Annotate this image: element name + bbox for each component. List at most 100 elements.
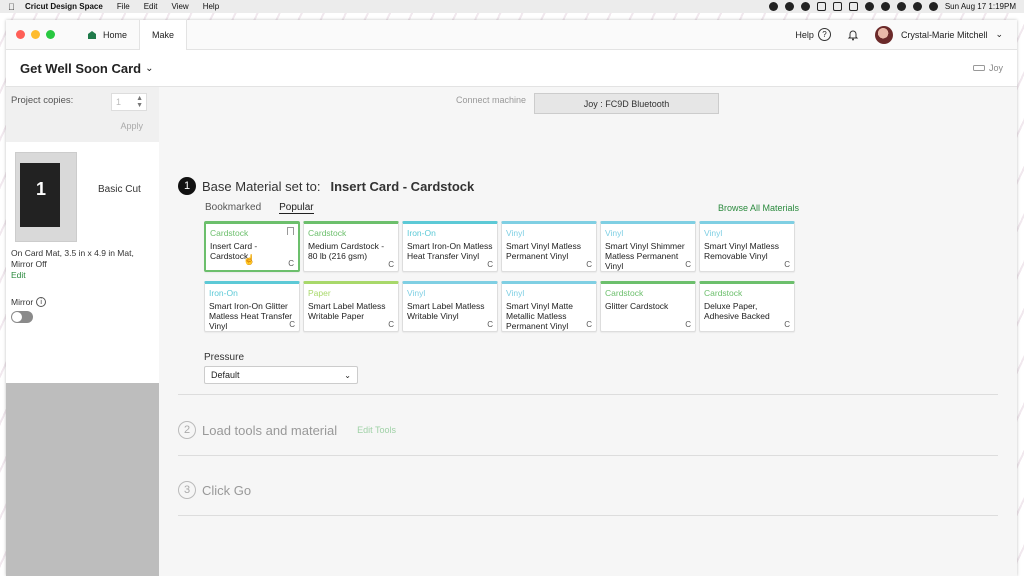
material-category: Iron-On [209,288,238,298]
system-menubar:  Cricut Design Space File Edit View Hel… [0,0,1024,13]
user-name[interactable]: Crystal-Marie Mitchell [901,30,988,40]
status-tray: Sun Aug 17 1:19PM [768,2,1016,11]
material-card[interactable]: Paper Smart Label Matless Writable Paper C [303,281,399,332]
play-icon[interactable] [832,2,842,11]
material-name: Smart Vinyl Matless Permanent Vinyl [506,241,581,261]
cricut-logo-icon: C [388,260,394,269]
material-card[interactable]: Vinyl Smart Vinyl Shimmer Matless Permane… [600,221,696,272]
pressure-value: Default [211,370,240,380]
close-window-icon[interactable] [16,30,25,39]
machine-select-button[interactable]: Joy : FC9D Bluetooth [534,93,719,114]
material-category: Vinyl [407,288,426,298]
step-3-badge: 3 [178,481,196,499]
volume-icon[interactable] [864,2,874,11]
pressure-select[interactable]: Default ⌄ [204,366,358,384]
material-category: Vinyl [704,228,723,238]
title-bar: Home Make Help ? Crystal-Marie Mitchell … [6,20,1017,50]
machine-button-label: Joy : FC9D Bluetooth [583,98,670,109]
grammarly-icon[interactable] [784,2,794,11]
mirror-row: Mirror i [11,297,47,307]
material-name: Medium Cardstock - 80 lb (216 gsm) [308,241,385,261]
mat-info-text: On Card Mat, 3.5 in x 4.9 in Mat, Mirror… [11,248,134,269]
material-tabs: Bookmarked Popular [205,202,314,214]
apple-menu-icon[interactable]:  [8,2,19,12]
step-base-material: 1 Base Material set to: Insert Card - Ca… [178,177,474,195]
bell-icon[interactable] [847,29,859,41]
material-card[interactable]: Iron-On Smart Iron-On Glitter Matless Hea… [204,281,300,332]
control-center-icon[interactable] [928,2,938,11]
material-name: Smart Label Matless Writable Paper [308,301,386,321]
material-card[interactable]: Iron-On Smart Iron-On Matless Heat Transf… [402,221,498,272]
pointer-cursor-icon: ☝ [243,255,256,266]
battery-icon[interactable] [880,2,890,11]
record-icon[interactable] [768,2,778,11]
chevron-down-icon: ⌄ [344,370,351,380]
material-category: Cardstock [210,228,249,238]
menu-edit[interactable]: Edit [144,2,158,11]
tab-home[interactable]: Home [75,20,139,50]
app-menu[interactable]: Cricut Design Space [25,2,103,11]
material-category: Vinyl [506,228,525,238]
machine-indicator[interactable]: Joy [972,63,1003,73]
project-chevron-down-icon[interactable]: ⌄ [145,63,153,74]
project-title[interactable]: Get Well Soon Card [20,61,141,76]
search-icon[interactable] [912,2,922,11]
mat-info: On Card Mat, 3.5 in x 4.9 in Mat, Mirror… [11,248,151,281]
tab-home-label: Home [103,29,128,40]
material-category: Cardstock [605,288,644,298]
tab-popular[interactable]: Popular [279,202,314,214]
cricut-logo-icon: C [288,259,294,268]
info-icon[interactable]: i [36,297,47,307]
material-card[interactable]: Cardstock Deluxe Paper, Adhesive Backed C [699,281,795,332]
edit-tools-link[interactable]: Edit Tools [357,425,396,435]
stepper-arrows-icon[interactable]: ▲ ▼ [136,95,143,109]
mat-operation-label: Basic Cut [98,184,141,195]
wifi-icon[interactable] [896,2,906,11]
minimize-window-icon[interactable] [31,30,40,39]
window-controls [16,30,55,39]
material-category: Vinyl [506,288,525,298]
mat-edit-link[interactable]: Edit [11,270,26,280]
mirror-toggle[interactable] [11,311,33,323]
browse-all-materials-link[interactable]: Browse All Materials [718,203,799,213]
step-1-badge: 1 [178,177,196,195]
menu-help[interactable]: Help [203,2,219,11]
tab-bookmarked[interactable]: Bookmarked [205,202,261,214]
help-label: Help [795,29,814,40]
material-card[interactable]: Vinyl Smart Vinyl Matless Removable Vinyl… [699,221,795,272]
cricut-logo-icon: C [289,320,295,329]
help-button[interactable]: Help ? [795,28,831,41]
chevron-down-icon[interactable]: ⌄ [995,29,1003,40]
bookmark-icon[interactable] [287,227,294,235]
material-card[interactable]: Cardstock Medium Cardstock - 80 lb (216 g… [303,221,399,272]
copies-stepper[interactable]: 1 ▲ ▼ [111,93,147,111]
material-card[interactable]: Cardstock Glitter Cardstock C [600,281,696,332]
chrome-icon[interactable] [800,2,810,11]
screen-capture-icon[interactable] [816,2,826,11]
material-card[interactable]: Vinyl Smart Label Matless Writable Vinyl C [402,281,498,332]
display-icon[interactable] [848,2,858,11]
material-name: Smart Vinyl Shimmer Matless Permanent Vi… [605,241,685,271]
project-copies-panel: Project copies: 1 ▲ ▼ Apply [6,87,159,142]
material-name: Smart Vinyl Matte Metallic Matless Perma… [506,301,573,331]
clock[interactable]: Sun Aug 17 1:19PM [945,2,1016,11]
apply-button[interactable]: Apply [120,121,143,131]
material-card[interactable]: Cardstock Insert Card - Cardstock C ☝ [204,221,300,272]
menu-view[interactable]: View [172,2,189,11]
material-name: Glitter Cardstock [605,301,669,311]
mirror-label: Mirror [11,297,34,307]
material-category: Cardstock [704,288,743,298]
mat-sidebar: Project copies: 1 ▲ ▼ Apply 1 Basic Cut O… [6,87,159,576]
menu-file[interactable]: File [117,2,130,11]
tab-make[interactable]: Make [139,20,188,50]
material-name: Smart Iron-On Matless Heat Transfer Viny… [407,241,493,261]
help-icon: ? [817,28,831,41]
zoom-window-icon[interactable] [46,30,55,39]
connect-machine-label: Connect machine [456,95,527,105]
material-card[interactable]: Vinyl Smart Vinyl Matless Permanent Vinyl… [501,221,597,272]
mat-thumbnail[interactable]: 1 [15,152,77,242]
step-divider [178,455,998,456]
step-divider [178,394,998,395]
material-card[interactable]: Vinyl Smart Vinyl Matte Metallic Matless … [501,281,597,332]
avatar[interactable] [874,25,893,44]
